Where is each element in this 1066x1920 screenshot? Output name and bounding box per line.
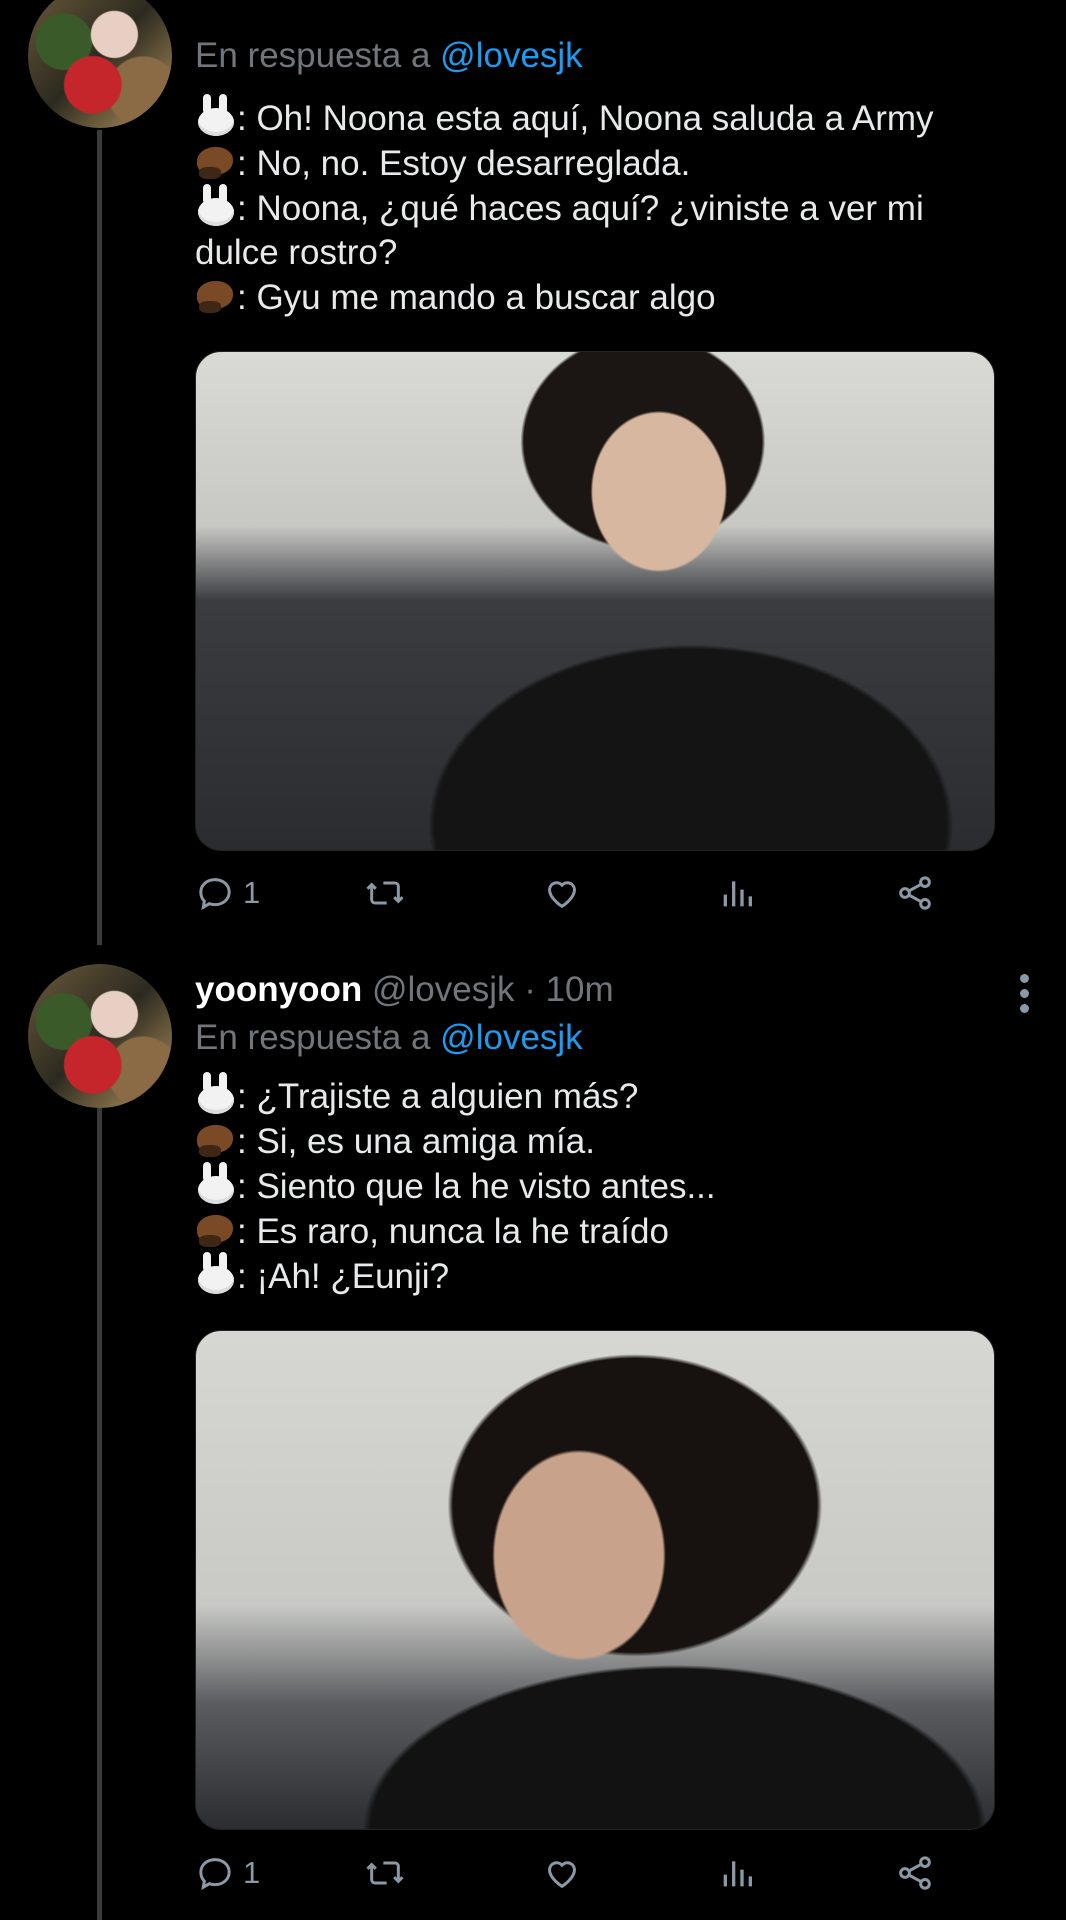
rabbit-face-icon — [195, 1162, 237, 1204]
rabbit-face-icon — [195, 1252, 237, 1294]
reply-count: 1 — [243, 1855, 261, 1890]
share-icon — [899, 876, 931, 910]
display-name[interactable]: yoonyoon — [195, 970, 362, 1009]
tweet-image[interactable] — [195, 1330, 995, 1830]
dot-icon — [1019, 1004, 1029, 1013]
tweet-actions: 1 — [195, 868, 995, 918]
reply-to-mention[interactable]: @lovesjk — [440, 1018, 583, 1057]
heart-icon — [547, 881, 577, 909]
rabbit-face-icon — [195, 94, 237, 136]
dialogue-line: : Gyu me mando a buscar algo — [195, 275, 1025, 320]
retweet-button[interactable] — [365, 1848, 405, 1898]
dialogue-line: : Siento que la he visto antes... — [195, 1162, 1025, 1209]
share-button[interactable] — [895, 1848, 935, 1898]
dialogue-line: : Si, es una amiga mía. — [195, 1119, 1025, 1164]
views-button[interactable] — [717, 1848, 757, 1898]
heart-icon — [547, 1861, 577, 1889]
reply-icon — [199, 1858, 231, 1891]
rabbit-face-icon — [195, 184, 237, 226]
dialogue-line: : Noona, ¿qué haces aquí? ¿viniste a ver… — [195, 184, 1025, 231]
dot-icon — [1019, 974, 1029, 983]
tweet-actions: 1 — [195, 1848, 995, 1898]
beaver-icon — [195, 1119, 237, 1159]
rabbit-face-icon — [195, 1072, 237, 1114]
reply-to-line: En respuesta a @lovesjk — [195, 1018, 583, 1058]
retweet-icon — [366, 881, 404, 905]
dialogue-line: dulce rostro? — [195, 233, 398, 272]
views-icon — [723, 881, 752, 907]
tweet-header: yoonyoon @lovesjk · 10m — [195, 970, 614, 1010]
reply-to-mention[interactable]: @lovesjk — [440, 36, 583, 75]
retweet-button[interactable] — [365, 868, 405, 918]
handle[interactable]: @lovesjk — [372, 970, 515, 1009]
like-button[interactable] — [542, 1848, 582, 1898]
reply-button[interactable]: 1 — [195, 868, 260, 918]
reply-to-line: En respuesta a @lovesjk — [195, 36, 583, 76]
beaver-icon — [195, 141, 237, 181]
like-button[interactable] — [542, 868, 582, 918]
more-options-button[interactable] — [1018, 974, 1030, 1013]
views-button[interactable] — [717, 868, 757, 918]
dialogue-line: : No, no. Estoy desarreglada. — [195, 141, 1025, 186]
views-icon — [723, 1861, 752, 1887]
retweet-icon — [366, 1861, 404, 1885]
reply-to-label: En respuesta a — [195, 1018, 431, 1057]
tweet-2[interactable]: yoonyoon @lovesjk · 10m En respuesta a @… — [0, 960, 1066, 1920]
reply-count: 1 — [243, 875, 261, 910]
dot-icon — [1019, 989, 1029, 998]
dialogue-line: : Oh! Noona esta aquí, Noona saluda a Ar… — [195, 94, 1025, 141]
share-button[interactable] — [895, 868, 935, 918]
dialogue-line: : Es raro, nunca la he traído — [195, 1209, 1025, 1254]
tweet-1[interactable]: En respuesta a @lovesjk : Oh! Noona esta… — [0, 0, 1066, 940]
beaver-icon — [195, 275, 237, 315]
beaver-icon — [195, 1209, 237, 1249]
reply-icon — [199, 878, 231, 911]
tweet-image[interactable] — [195, 351, 995, 851]
dialogue-line: : ¡Ah! ¿Eunji? — [195, 1252, 1025, 1299]
avatar[interactable] — [28, 0, 172, 128]
timestamp: · 10m — [524, 970, 614, 1009]
tweet-text: : Oh! Noona esta aquí, Noona saluda a Ar… — [195, 94, 1025, 320]
dialogue-line: : ¿Trajiste a alguien más? — [195, 1072, 1025, 1119]
avatar[interactable] — [28, 964, 172, 1108]
reply-to-label: En respuesta a — [195, 36, 431, 75]
share-icon — [899, 1856, 931, 1890]
reply-button[interactable]: 1 — [195, 1848, 260, 1898]
tweet-text: : ¿Trajiste a alguien más? : Si, es una … — [195, 1072, 1025, 1299]
